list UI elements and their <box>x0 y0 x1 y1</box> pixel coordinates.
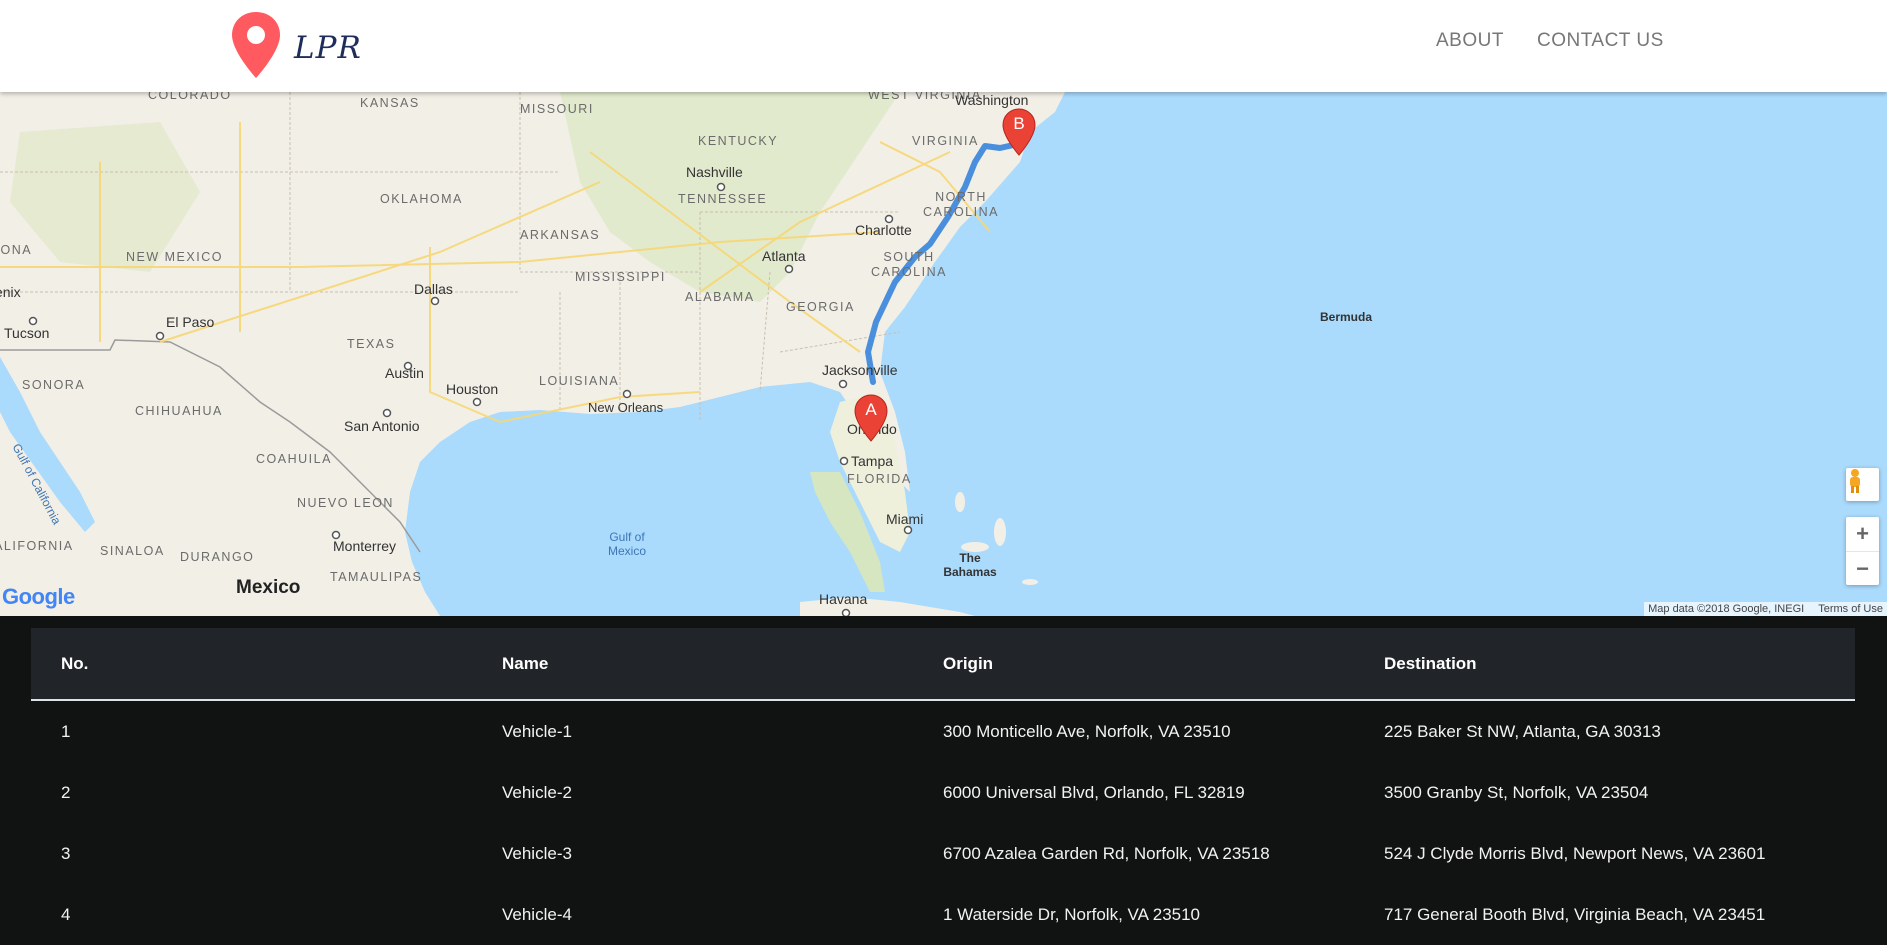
map-label-state: NEW MEXICO <box>126 250 223 264</box>
logo[interactable]: LPR <box>230 10 362 80</box>
map-label-state: GEORGIA <box>786 300 855 314</box>
map-label-island: The Bahamas <box>943 551 997 579</box>
navbar: LPR ABOUT CONTACT US <box>0 0 1887 92</box>
cell-origin: 6700 Azalea Garden Rd, Norfolk, VA 23518 <box>913 823 1354 884</box>
logo-text: LPR <box>294 30 362 66</box>
vehicle-table-container: No. Name Origin Destination 1 Vehicle-1 … <box>31 628 1855 945</box>
map-label-city: Miami <box>886 511 924 527</box>
map-label-state: DURANGO <box>180 550 255 564</box>
cell-no: 1 <box>31 700 472 762</box>
column-header-destination: Destination <box>1354 628 1855 701</box>
table-row: 3 Vehicle-3 6700 Azalea Garden Rd, Norfo… <box>31 823 1855 884</box>
map-label-state: VIRGINIA <box>912 134 979 148</box>
map-label-state: SONORA <box>22 378 86 392</box>
map-label-state: TAMAULIPAS <box>330 570 423 584</box>
map-label-state: TEXAS <box>347 337 396 351</box>
map-label-city: Atlanta <box>762 248 806 264</box>
column-header-no: No. <box>31 628 472 701</box>
route-marker-a[interactable]: A <box>854 394 888 442</box>
zoom-controls: + − <box>1846 517 1879 585</box>
marker-label: B <box>1013 114 1025 133</box>
map-pin-icon <box>232 12 280 78</box>
map-label-city: Havana <box>819 591 868 607</box>
map-label-city: Houston <box>446 381 499 397</box>
map-label-state: OKLAHOMA <box>380 192 463 206</box>
cell-destination: 225 Baker St NW, Atlanta, GA 30313 <box>1354 700 1855 762</box>
cell-origin: 6000 Universal Blvd, Orlando, FL 32819 <box>913 762 1354 823</box>
terms-of-use-link[interactable]: Terms of Use <box>1818 603 1883 615</box>
map-canvas[interactable]: COLORADO KANSAS MISSOURI WEST VIRGINIA K… <box>0 92 1887 616</box>
cell-destination: 524 J Clyde Morris Blvd, Newport News, V… <box>1354 823 1855 884</box>
cell-origin: 1 Waterside Dr, Norfolk, VA 23510 <box>913 884 1354 945</box>
cell-no: 3 <box>31 823 472 884</box>
cell-name: Vehicle-3 <box>472 823 913 884</box>
map-label-state: MISSOURI <box>520 102 594 116</box>
table-header-row: No. Name Origin Destination <box>31 628 1855 701</box>
map-label-state: SOUTH CAROLINA <box>871 250 947 279</box>
map-label-city: San Antonio <box>344 418 420 434</box>
map-label-city: Nashville <box>686 164 743 180</box>
map-label-state: CHIHUAHUA <box>135 404 223 418</box>
map-label-state: SINALOA <box>100 544 165 558</box>
street-view-pegman-button[interactable] <box>1846 468 1879 501</box>
cell-name: Vehicle-2 <box>472 762 913 823</box>
table-row: 1 Vehicle-1 300 Monticello Ave, Norfolk,… <box>31 700 1855 762</box>
map-label-city: Phoenix <box>0 284 21 300</box>
map-label-state: COAHUILA <box>256 452 332 466</box>
map-label-state: ARKANSAS <box>520 228 601 242</box>
map-label-state: LOUISIANA <box>539 374 620 388</box>
map-label-state: MISSISSIPPI <box>575 270 666 284</box>
cell-no: 2 <box>31 762 472 823</box>
map-base <box>0 92 1065 616</box>
map-label-state: KANSAS <box>360 96 420 110</box>
map-label-country: Mexico <box>236 577 301 598</box>
map-label-state: ALABAMA <box>685 290 755 304</box>
map-label-state: KENTUCKY <box>698 134 779 148</box>
marker-label: A <box>865 400 877 419</box>
cell-no: 4 <box>31 884 472 945</box>
table-row: 4 Vehicle-4 1 Waterside Dr, Norfolk, VA … <box>31 884 1855 945</box>
map-label-city: Tampa <box>851 453 894 469</box>
cell-name: Vehicle-4 <box>472 884 913 945</box>
vehicle-table: No. Name Origin Destination 1 Vehicle-1 … <box>31 628 1855 945</box>
map-label-city: Charlotte <box>855 222 912 238</box>
cell-destination: 717 General Booth Blvd, Virginia Beach, … <box>1354 884 1855 945</box>
table-row: 2 Vehicle-2 6000 Universal Blvd, Orlando… <box>31 762 1855 823</box>
map-label-state: NORTH CAROLINA <box>923 190 999 219</box>
map-label-water: Gulf of Mexico <box>607 530 646 558</box>
route-marker-b[interactable]: B <box>1002 108 1036 156</box>
map-label-city: El Paso <box>166 314 215 330</box>
map-attribution: Map data ©2018 Google, INEGI Terms of Us… <box>1644 602 1887 616</box>
map-data-attribution: Map data ©2018 Google, INEGI <box>1648 603 1805 615</box>
map-label-city: Monterrey <box>333 538 397 554</box>
map-label-state: TENNESSEE <box>678 192 768 206</box>
map-label-city: New Orleans <box>588 400 664 415</box>
cell-name: Vehicle-1 <box>472 700 913 762</box>
map-label-island: Bermuda <box>1320 310 1373 324</box>
map-label-state: NUEVO LEON <box>297 496 394 510</box>
map-label-state: COLORADO <box>148 92 232 102</box>
cell-origin: 300 Monticello Ave, Norfolk, VA 23510 <box>913 700 1354 762</box>
map-label-state: BAJA CALIFORNIA SUR <box>0 539 73 553</box>
column-header-origin: Origin <box>913 628 1354 701</box>
pegman-icon <box>1850 469 1860 493</box>
map-label-state: ARIZONA <box>0 243 33 257</box>
zoom-in-button[interactable]: + <box>1846 517 1879 552</box>
map-label-city: Washington <box>955 92 1029 108</box>
zoom-out-button[interactable]: − <box>1846 552 1879 585</box>
map-label-city: Tucson <box>4 325 50 341</box>
nav-link-about[interactable]: ABOUT <box>1436 30 1504 52</box>
map-label-city: Jacksonville <box>822 362 898 378</box>
google-logo[interactable]: Google <box>2 584 75 610</box>
map-label-city: Dallas <box>414 281 453 297</box>
map-label-city: Austin <box>385 365 424 381</box>
cell-destination: 3500 Granby St, Norfolk, VA 23504 <box>1354 762 1855 823</box>
nav-link-contact-us[interactable]: CONTACT US <box>1537 30 1664 52</box>
column-header-name: Name <box>472 628 913 701</box>
map-label-state: FLORIDA <box>847 472 912 486</box>
